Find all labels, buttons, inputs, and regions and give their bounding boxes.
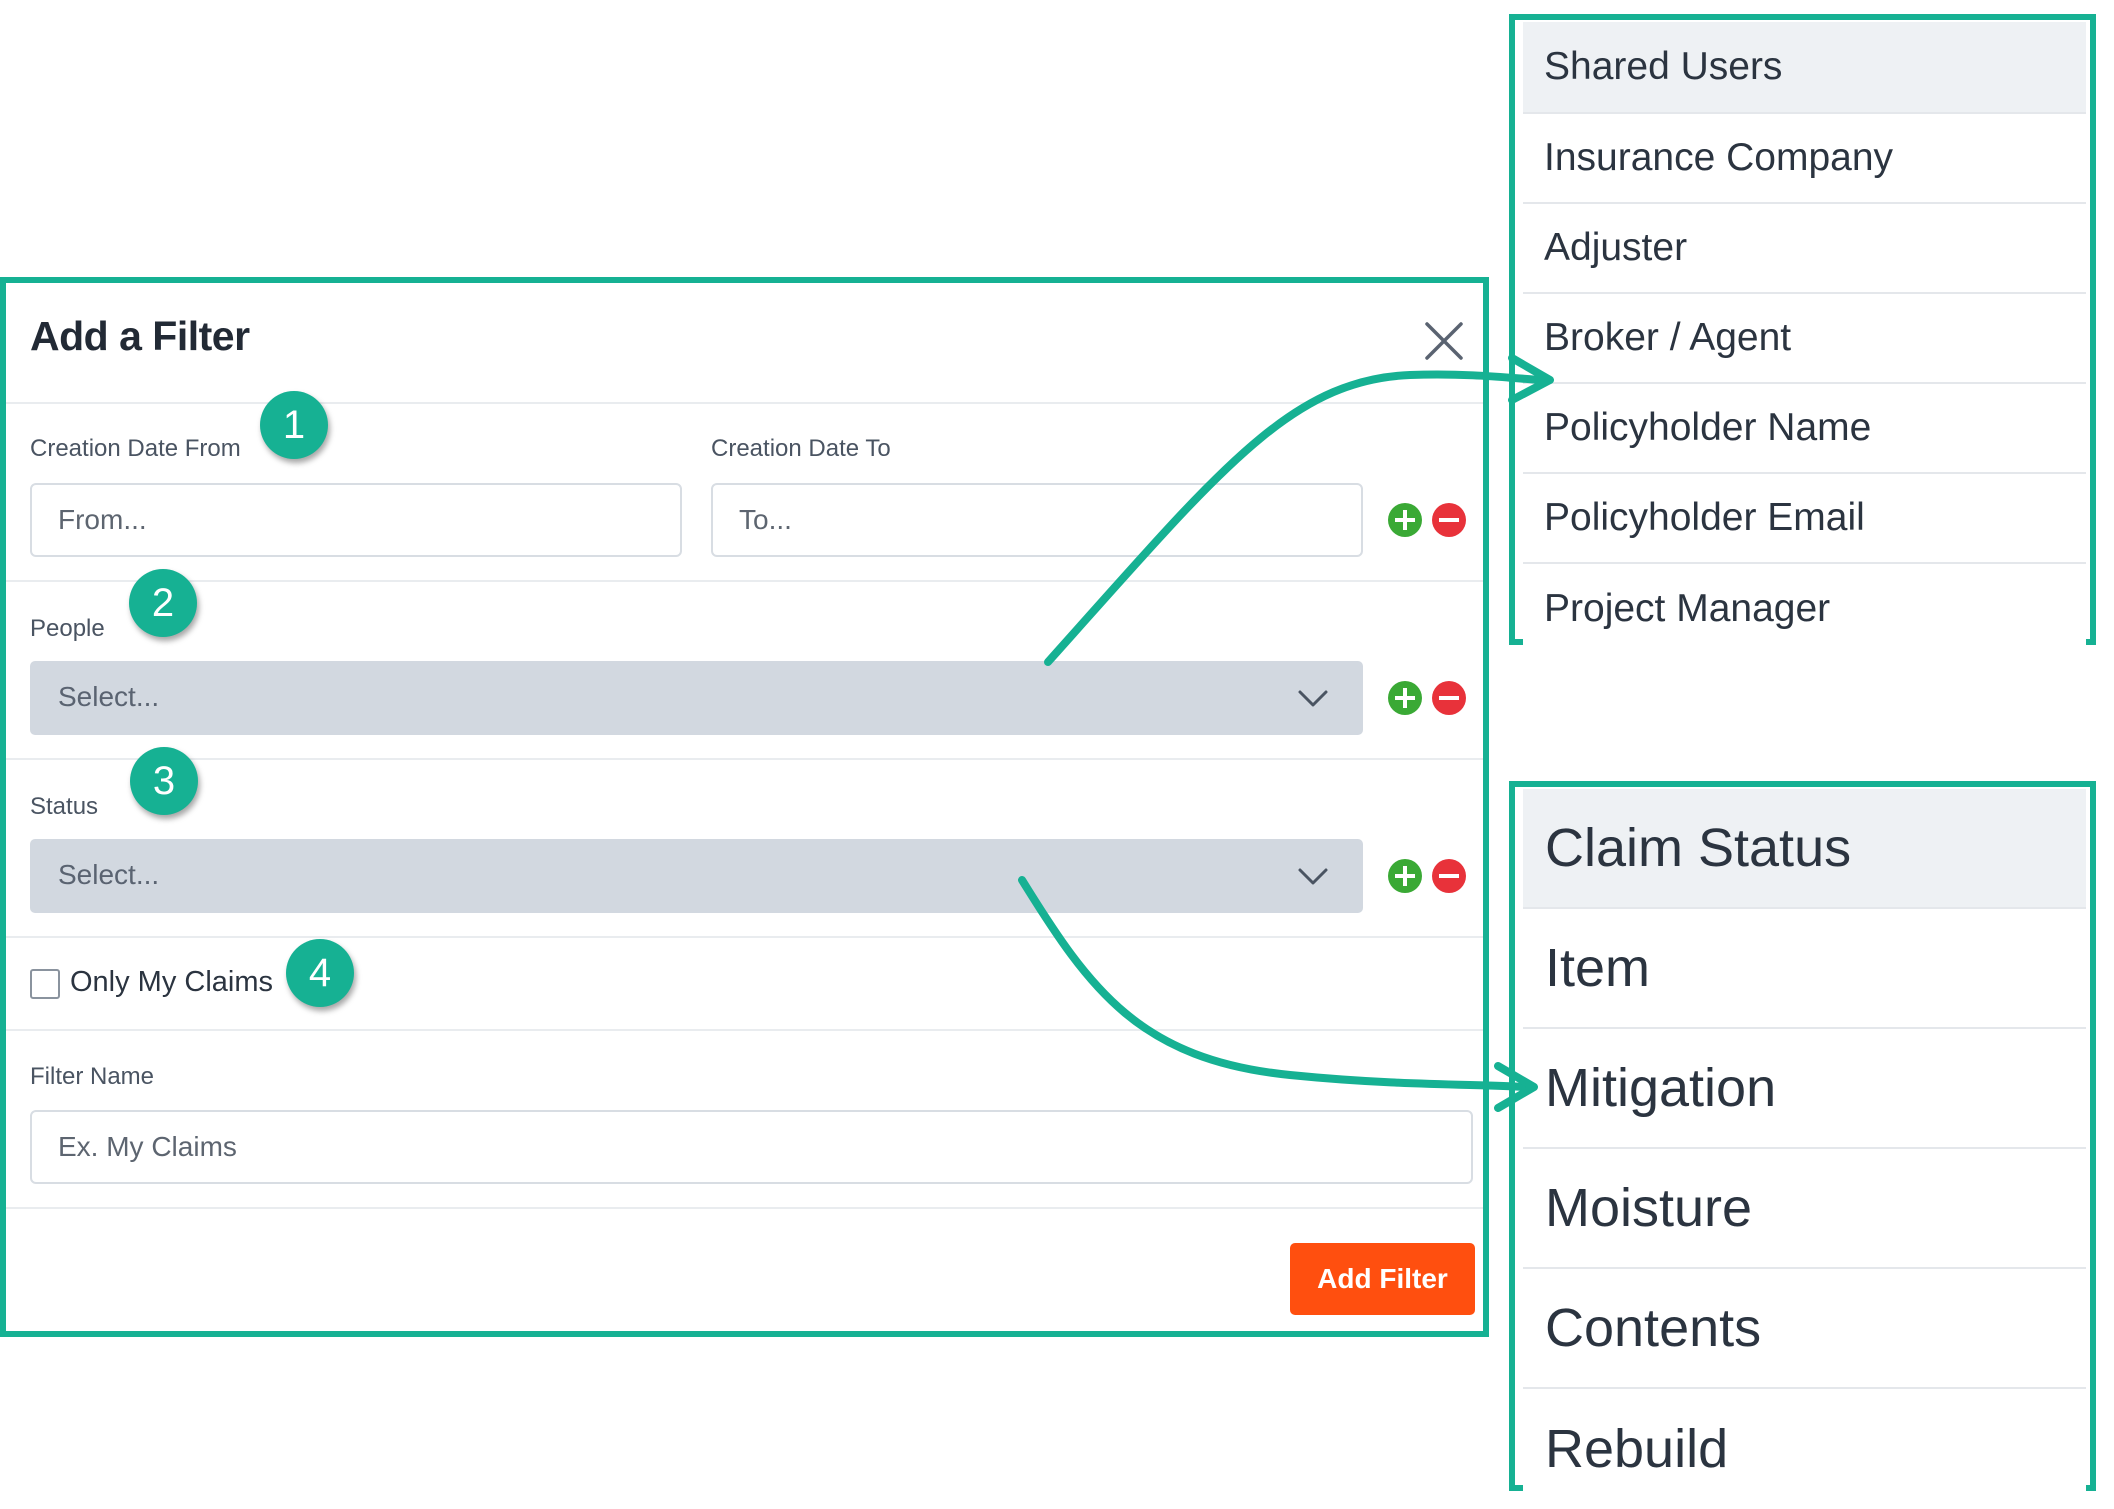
people-select-value: Select...: [58, 681, 160, 712]
plus-circle-icon[interactable]: [1387, 502, 1423, 538]
creation-date-from-label: Creation Date From: [30, 435, 241, 462]
status-select[interactable]: Select...: [30, 839, 1363, 913]
close-icon[interactable]: [1422, 319, 1466, 363]
plus-circle-icon[interactable]: [1387, 680, 1423, 716]
only-my-claims-checkbox[interactable]: [30, 969, 60, 999]
only-my-claims-label[interactable]: Only My Claims: [70, 966, 273, 999]
people-option-shared-users[interactable]: Shared Users: [1523, 22, 2086, 114]
status-options-panel: Claim Status Item Mitigation Moisture Co…: [1509, 781, 2096, 1509]
add-filter-dialog: Add a Filter Creation Date From Creation…: [0, 277, 1489, 1337]
creation-date-to-label: Creation Date To: [711, 435, 891, 462]
status-option-mitigation[interactable]: Mitigation: [1523, 1029, 2086, 1149]
step-badge-4: 4: [286, 939, 354, 1007]
divider: [6, 936, 1483, 938]
chevron-down-icon: [1298, 690, 1328, 707]
divider: [6, 402, 1483, 404]
status-options-list: Claim Status Item Mitigation Moisture Co…: [1523, 789, 2086, 1509]
people-option-project-manager[interactable]: Project Manager: [1523, 564, 2086, 654]
divider: [6, 1207, 1483, 1209]
creation-date-to-input[interactable]: [711, 483, 1363, 557]
status-option-contents[interactable]: Contents: [1523, 1269, 2086, 1389]
step-badge-2: 2: [129, 569, 197, 637]
people-label: People: [30, 615, 105, 642]
minus-circle-icon[interactable]: [1431, 858, 1467, 894]
people-option-broker-agent[interactable]: Broker / Agent: [1523, 294, 2086, 384]
status-option-moisture[interactable]: Moisture: [1523, 1149, 2086, 1269]
status-label: Status: [30, 793, 99, 820]
people-options-panel: Shared Users Insurance Company Adjuster …: [1509, 14, 2096, 654]
creation-date-from-input[interactable]: [30, 483, 682, 557]
step-badge-1: 1: [260, 391, 328, 459]
filter-name-label: Filter Name: [30, 1063, 155, 1090]
people-option-policyholder-email[interactable]: Policyholder Email: [1523, 474, 2086, 564]
status-option-claim-status[interactable]: Claim Status: [1523, 789, 2086, 909]
add-filter-button[interactable]: Add Filter: [1290, 1243, 1475, 1315]
plus-circle-icon[interactable]: [1387, 858, 1423, 894]
status-select-value: Select...: [58, 859, 160, 890]
step-badge-3: 3: [130, 747, 198, 815]
divider: [6, 580, 1483, 582]
minus-circle-icon[interactable]: [1431, 680, 1467, 716]
people-options-list: Shared Users Insurance Company Adjuster …: [1523, 22, 2086, 654]
people-select[interactable]: Select...: [30, 661, 1363, 735]
dialog-title: Add a Filter: [30, 313, 250, 359]
people-option-policyholder-name[interactable]: Policyholder Name: [1523, 384, 2086, 474]
divider: [6, 758, 1483, 760]
chevron-down-icon: [1298, 868, 1328, 885]
people-option-insurance-company[interactable]: Insurance Company: [1523, 114, 2086, 204]
divider: [6, 1029, 1483, 1031]
people-option-adjuster[interactable]: Adjuster: [1523, 204, 2086, 294]
status-option-item[interactable]: Item: [1523, 909, 2086, 1029]
filter-name-input[interactable]: [30, 1110, 1473, 1184]
status-option-rebuild[interactable]: Rebuild: [1523, 1389, 2086, 1509]
minus-circle-icon[interactable]: [1431, 502, 1467, 538]
